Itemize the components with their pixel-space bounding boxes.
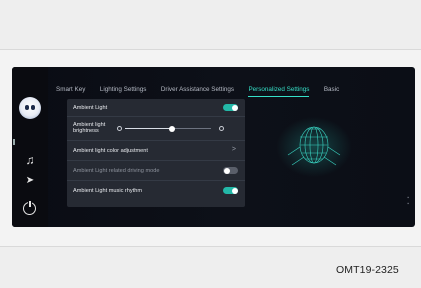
avatar-eye-right [31, 105, 35, 110]
brightness-slider-fill [125, 128, 173, 129]
driving-mode-toggle[interactable] [223, 167, 238, 174]
assistant-avatar-icon[interactable] [19, 97, 41, 119]
ambient-light-row[interactable]: Ambient Light [67, 99, 245, 117]
sidebar: ♫ ➤ [12, 67, 48, 227]
tab-basic[interactable]: Basic [324, 86, 339, 96]
toggle-knob [231, 104, 238, 111]
navigation-arrow-icon[interactable]: ➤ [12, 175, 48, 186]
ambient-light-toggle[interactable] [223, 104, 238, 111]
tab-driver-assistance-settings[interactable]: Driver Assistance Settings [161, 86, 234, 96]
music-rhythm-row[interactable]: Ambient Light music rhythm [67, 181, 245, 201]
driving-mode-label: Ambient Light related driving mode [73, 168, 160, 174]
brightness-high-icon [219, 126, 224, 131]
color-adjustment-row[interactable]: Ambient light color adjustment > [67, 141, 245, 161]
brightness-label-line2: brightness [73, 128, 99, 134]
sidebar-active-marker [13, 139, 15, 145]
brightness-slider-thumb[interactable] [169, 125, 176, 132]
color-adjustment-label: Ambient light color adjustment [73, 148, 148, 154]
ambient-light-settings-panel: Ambient Light Ambient light brightness A… [67, 99, 245, 207]
avatar-eye-left [25, 105, 29, 110]
music-note-icon[interactable]: ♫ [12, 153, 48, 167]
figure-code: OMT19-2325 [336, 264, 399, 276]
brightness-slider[interactable] [125, 125, 211, 132]
tab-lighting-settings[interactable]: Lighting Settings [100, 86, 147, 96]
chevron-right-icon: > [231, 146, 236, 153]
tab-smart-key[interactable]: Smart Key [56, 86, 85, 96]
brightness-label: Ambient light brightness [73, 122, 105, 134]
driving-mode-row[interactable]: Ambient Light related driving mode [67, 161, 245, 181]
head-wireframe-icon [276, 117, 352, 177]
power-icon[interactable] [23, 200, 36, 215]
music-rhythm-toggle[interactable] [223, 187, 238, 194]
music-rhythm-label: Ambient Light music rhythm [73, 188, 143, 194]
toggle-knob [231, 187, 238, 194]
brightness-row: Ambient light brightness [67, 117, 245, 141]
settings-tabs: Smart Key Lighting Settings Driver Assis… [56, 78, 349, 97]
brightness-low-icon [117, 126, 122, 131]
toggle-knob [223, 167, 230, 174]
tab-personalized-settings[interactable]: Personalized Settings [248, 86, 310, 97]
infotainment-screen: ♫ ➤ Smart Key Lighting Settings Driver A… [12, 67, 415, 227]
page-indicator: ▪ ▪ [407, 195, 409, 207]
ambient-light-label: Ambient Light [73, 105, 108, 111]
